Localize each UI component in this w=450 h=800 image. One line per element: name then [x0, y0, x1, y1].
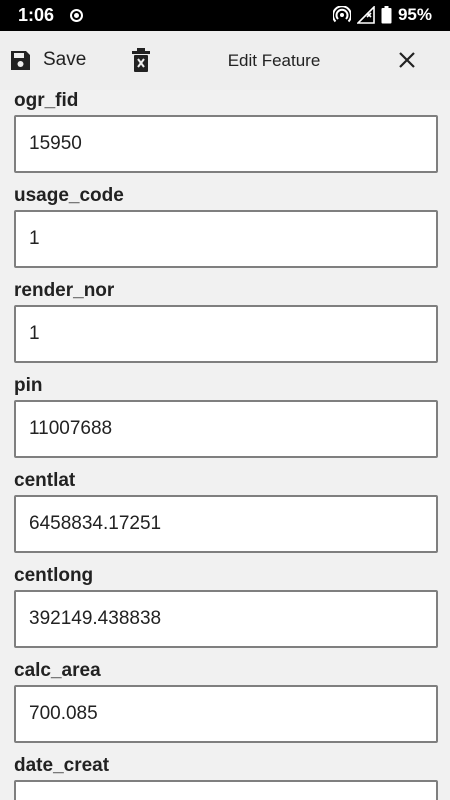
date-creat-input[interactable] — [14, 780, 438, 800]
field-label: pin — [14, 375, 43, 396]
status-indicators: 95% — [332, 5, 432, 25]
page-title: Edit Feature — [227, 51, 321, 70]
field-label: date_creat — [14, 755, 110, 776]
field-label: calc_area — [14, 660, 101, 681]
centlong-input[interactable] — [14, 590, 438, 648]
status-bar: 1:06 95% — [0, 0, 450, 31]
status-time: 1:06 — [18, 5, 55, 25]
close-button[interactable] — [395, 48, 419, 72]
field-label: render_nor — [14, 280, 115, 301]
close-icon — [399, 52, 415, 68]
battery-icon — [381, 6, 392, 24]
toolbar: Save Edit Feature — [0, 31, 450, 90]
field-label: centlat — [14, 470, 76, 491]
field-label: usage_code — [14, 185, 124, 206]
pin-input[interactable] — [14, 400, 438, 458]
usage-code-input[interactable] — [14, 210, 438, 268]
battery-level: 95% — [397, 5, 432, 24]
feature-form: ogr_fid usage_code render_nor pin centla… — [0, 90, 450, 800]
notification-dot-icon — [70, 9, 83, 22]
signal-icon — [356, 6, 375, 24]
field-label: ogr_fid — [14, 90, 79, 111]
hotspot-icon — [332, 6, 351, 23]
field-label: centlong — [14, 565, 94, 586]
centlat-input[interactable] — [14, 495, 438, 553]
calc-area-input[interactable] — [14, 685, 438, 743]
ogr-fid-input[interactable] — [14, 115, 438, 173]
render-nor-input[interactable] — [14, 305, 438, 363]
